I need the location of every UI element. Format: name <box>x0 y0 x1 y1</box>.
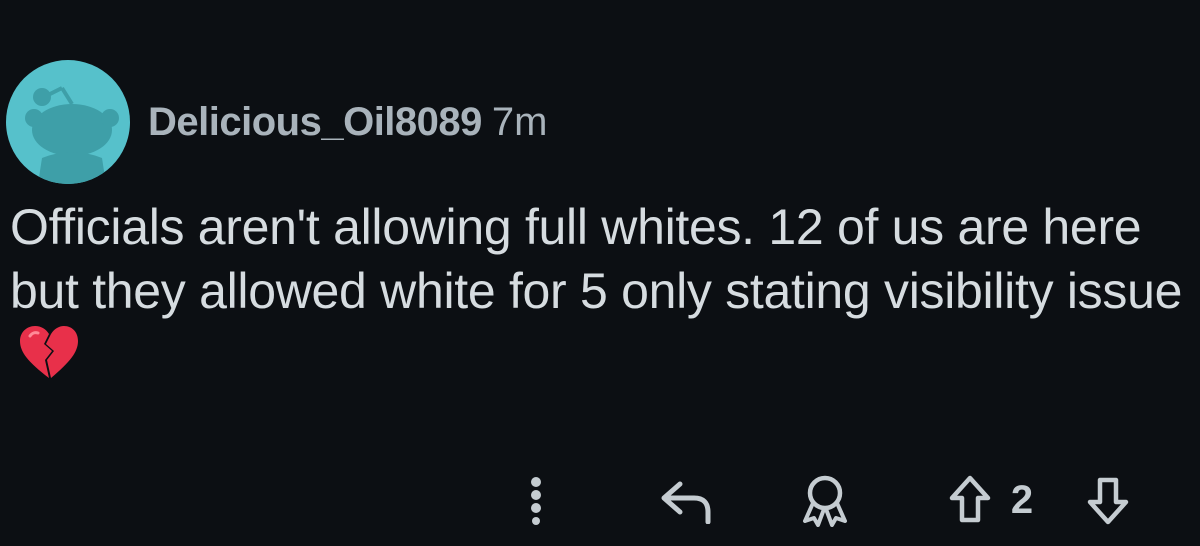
broken-heart-icon <box>18 324 80 395</box>
comment-actions: 2 <box>0 460 1200 540</box>
user-avatar[interactable] <box>6 60 130 184</box>
more-options-button[interactable] <box>512 460 560 540</box>
reply-icon <box>661 481 711 524</box>
comment-author[interactable]: Delicious_Oil8089 <box>148 100 482 145</box>
vote-score: 2 <box>1010 478 1034 522</box>
comment-body: Officials aren't allowing full whites. 1… <box>10 195 1190 395</box>
comment-text: Officials aren't allowing full whites. 1… <box>10 199 1183 319</box>
upvote-button[interactable] <box>940 460 1000 540</box>
downvote-icon <box>1087 477 1129 525</box>
comment-header: Delicious_Oil8089 7m <box>6 60 547 184</box>
reply-button[interactable] <box>652 460 722 540</box>
snoo-avatar-icon <box>25 86 119 184</box>
award-button[interactable] <box>790 460 860 540</box>
award-icon <box>803 475 847 527</box>
comment-age: 7m <box>491 99 548 144</box>
more-options-icon <box>531 477 541 525</box>
upvote-icon <box>949 475 991 523</box>
comment-card: Delicious_Oil8089 7m Officials aren't al… <box>0 0 1200 546</box>
downvote-button[interactable] <box>1078 460 1138 540</box>
